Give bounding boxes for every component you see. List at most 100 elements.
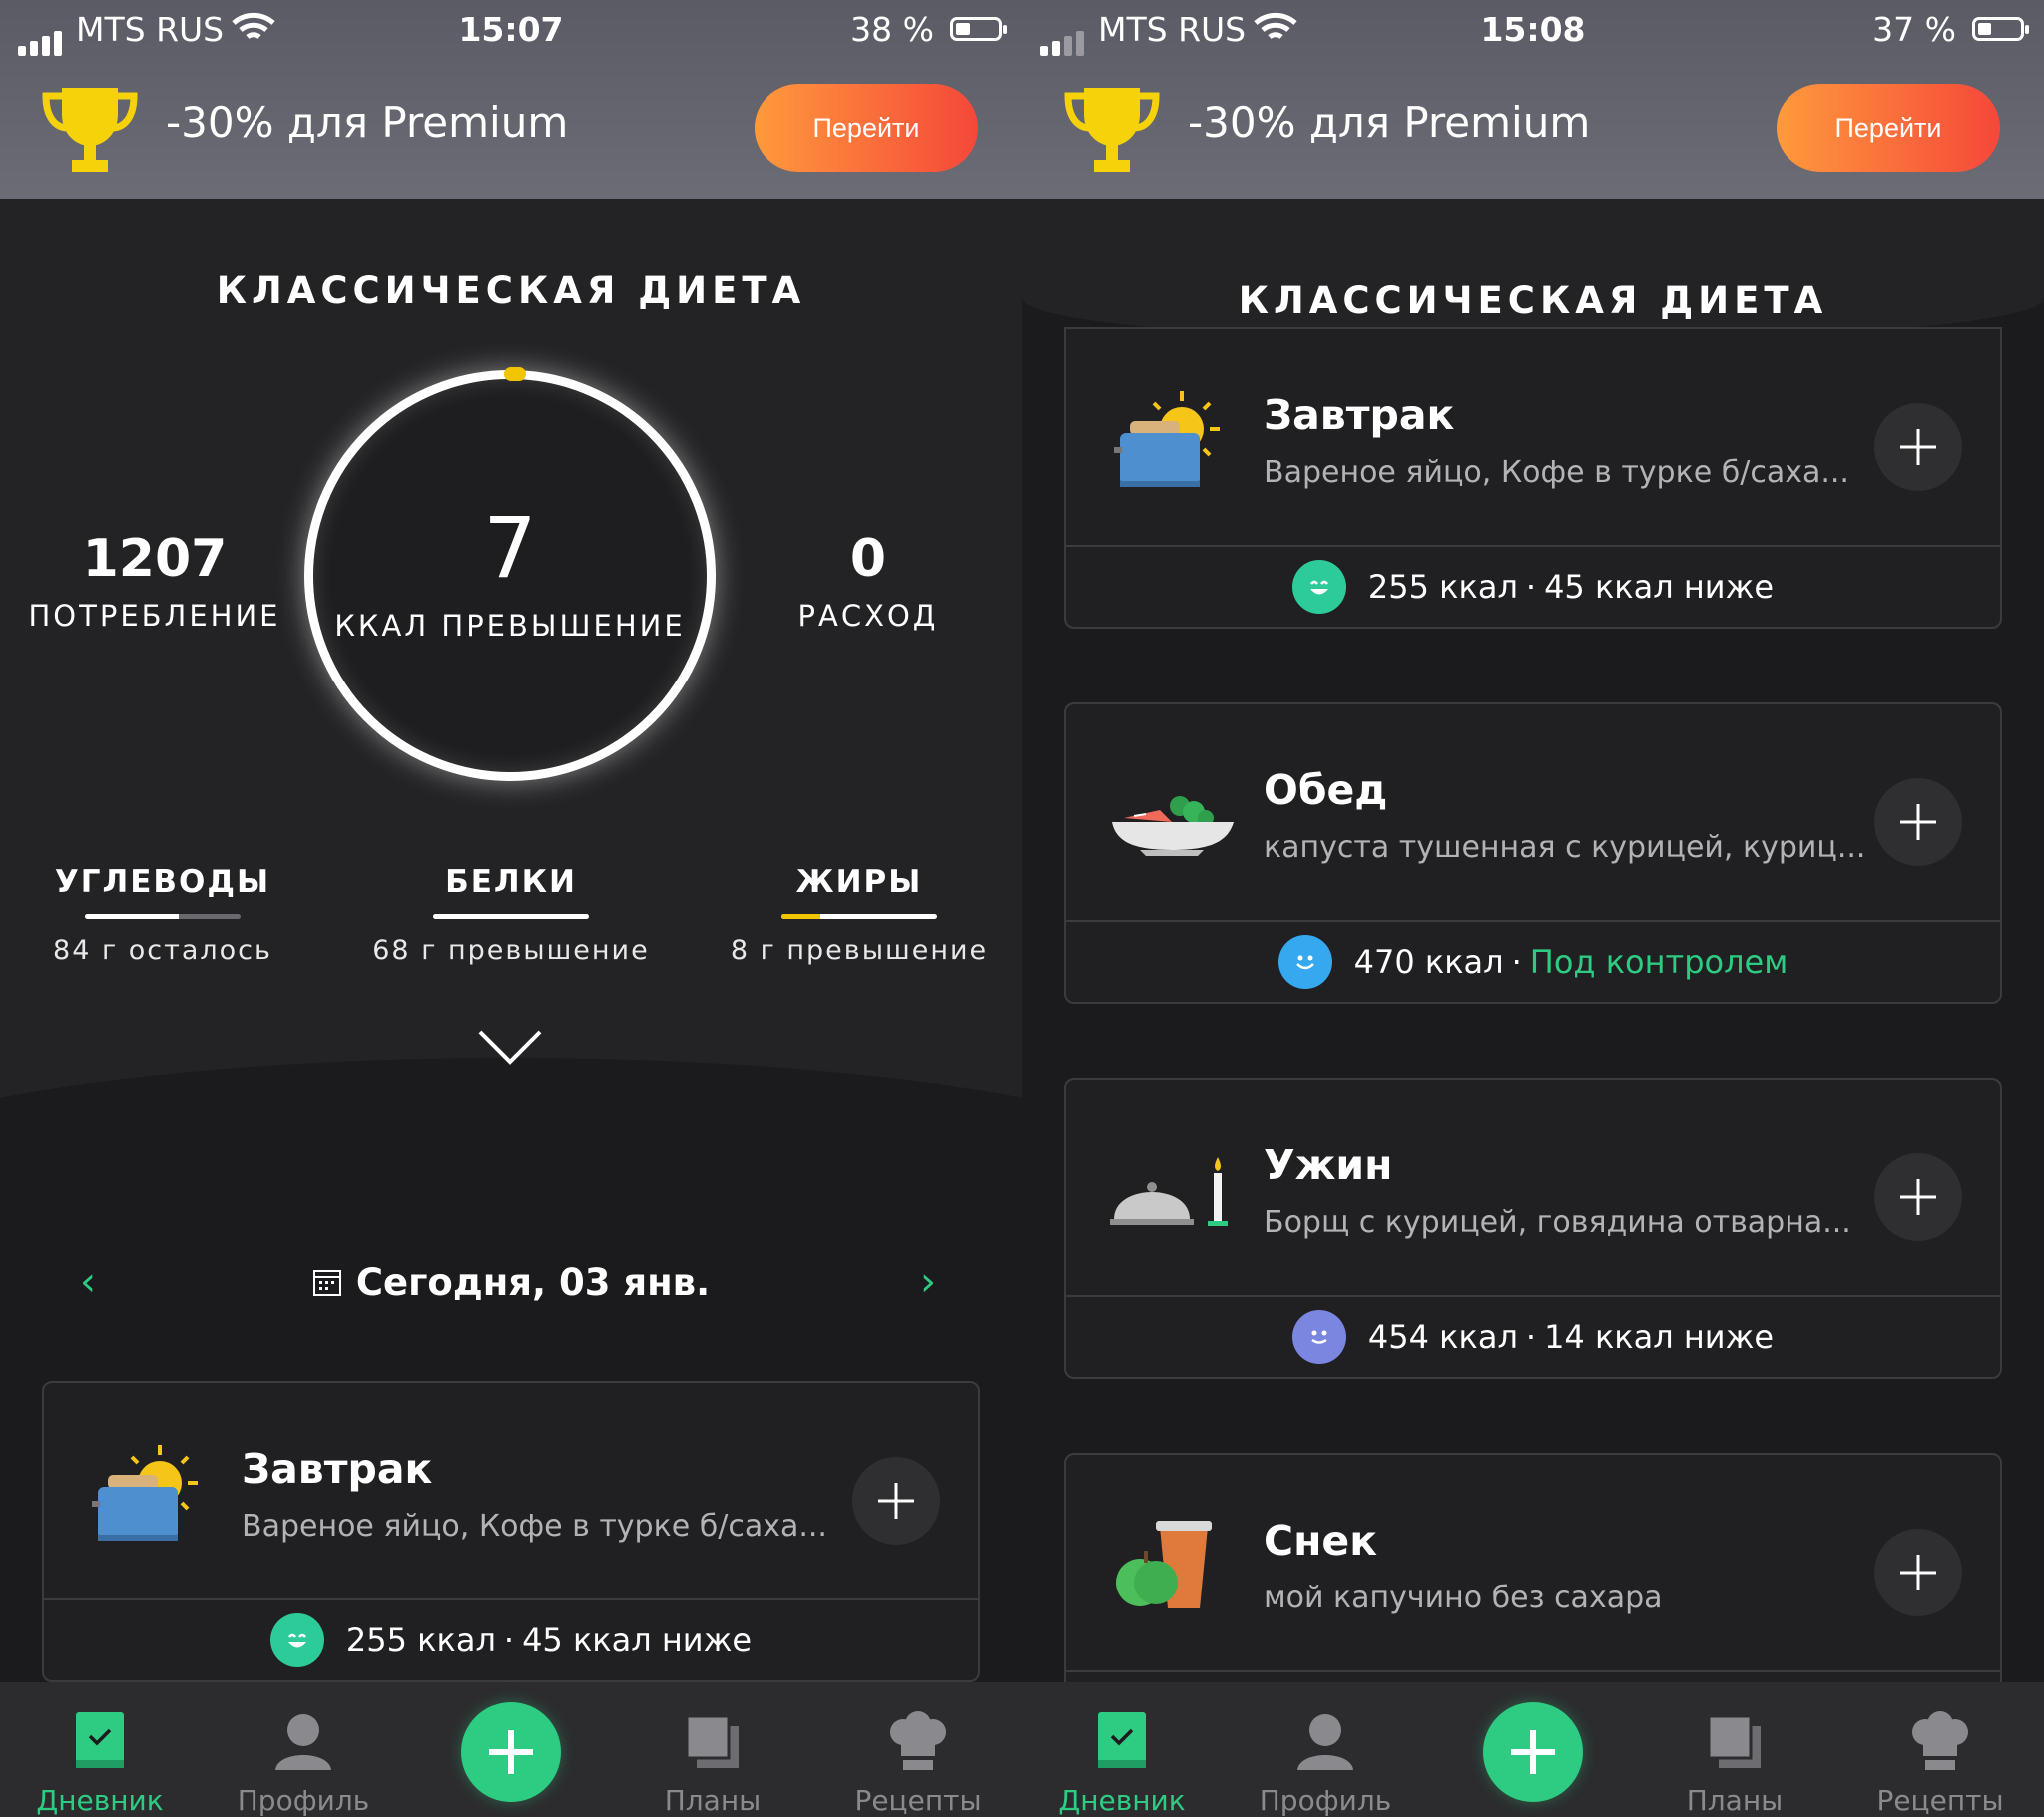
meal-description: капуста тушенная с курицей, куриц... — [1264, 830, 1866, 865]
macro-bar — [85, 914, 241, 919]
trophy-icon — [40, 84, 140, 180]
premium-header: MTS RUS 15:08 37 % -30% для Premium Пере… — [1022, 0, 2044, 199]
macro-name: ЖИРЫ — [795, 864, 923, 900]
battery-percent: 38 % — [850, 10, 934, 49]
premium-go-button[interactable]: Перейти — [1777, 84, 2000, 172]
add-food-button[interactable] — [1874, 778, 1962, 866]
plus-icon — [1900, 429, 1936, 465]
macro-bar — [781, 914, 937, 919]
meal-kcal: 454 ккал — [1367, 1318, 1518, 1356]
macro-remaining: 84 г осталось — [53, 935, 272, 966]
macro-fat: ЖИРЫ 8 г превышение — [710, 864, 1009, 966]
separator-dot: · — [1511, 943, 1522, 981]
meal-summary: 470 ккал · Под контролем — [1066, 922, 2000, 1002]
meal-card-lunch[interactable]: Обед капуста тушенная с курицей, куриц..… — [1064, 702, 2002, 1004]
meal-summary: 255 ккал · 45 ккал ниже — [44, 1600, 978, 1680]
meal-note: 45 ккал ниже — [1544, 568, 1775, 606]
date-navigator: ‹ Сегодня, 03 янв. › — [0, 1259, 1022, 1309]
meal-card-header: Ужин Борщ с курицей, говядина отварна... — [1066, 1080, 2000, 1295]
premium-banner: -30% для Premium Перейти — [0, 80, 1022, 180]
tab-profile[interactable]: Профиль — [204, 1700, 403, 1817]
battery-percent: 37 % — [1872, 10, 1956, 49]
meal-card-header: Завтрак Вареное яйцо, Кофе в турке б/сах… — [1066, 329, 2000, 545]
tab-profile[interactable]: Профиль — [1226, 1700, 1425, 1817]
status-bar: MTS RUS 15:07 38 % — [0, 0, 1022, 58]
status-bar: MTS RUS 15:08 37 % — [1022, 0, 2044, 58]
tab-diary[interactable]: Дневник — [1022, 1700, 1222, 1817]
add-food-button[interactable] — [1874, 1153, 1962, 1241]
meal-description: Борщ с курицей, говядина отварна... — [1264, 1205, 1851, 1240]
tab-label: Дневник — [1058, 1784, 1186, 1817]
content-face-icon — [1291, 1310, 1346, 1364]
meal-note: 14 ккал ниже — [1544, 1318, 1775, 1356]
meal-card-breakfast[interactable]: Завтрак Вареное яйцо, Кофе в турке б/сах… — [1064, 327, 2002, 629]
add-food-button[interactable] — [1874, 1529, 1962, 1616]
add-food-button[interactable] — [852, 1457, 940, 1545]
profile-icon — [275, 1714, 331, 1770]
tab-label: Профиль — [1259, 1784, 1392, 1817]
plus-icon — [489, 1730, 533, 1774]
separator-dot: · — [503, 1621, 515, 1659]
date-text: Сегодня, 03 янв. — [355, 1261, 711, 1304]
meal-description: Вареное яйцо, Кофе в турке б/саха... — [1264, 455, 1849, 490]
plus-icon — [1900, 804, 1936, 840]
burn-value: 0 — [849, 529, 887, 589]
trophy-icon — [1062, 84, 1162, 180]
meal-name: Завтрак — [1264, 391, 1455, 439]
ring-value: 7 — [483, 499, 537, 597]
next-day-icon[interactable]: › — [920, 1259, 936, 1305]
diary-icon — [1098, 1712, 1146, 1768]
premium-go-button[interactable]: Перейти — [755, 84, 978, 172]
burn-label: РАСХОД — [797, 599, 939, 633]
separator-dot: · — [1525, 1318, 1537, 1356]
profile-icon — [1297, 1714, 1353, 1770]
macro-name: УГЛЕВОДЫ — [54, 864, 271, 900]
meal-note: Под контролем — [1529, 943, 1788, 981]
tab-plans[interactable]: Планы — [613, 1700, 812, 1817]
meal-name: Ужин — [1264, 1141, 1393, 1189]
plans-icon — [685, 1714, 739, 1768]
meal-card-header: Завтрак Вареное яйцо, Кофе в турке б/сах… — [44, 1383, 978, 1598]
tab-label: Профиль — [237, 1784, 370, 1817]
meal-kcal: 255 ккал — [1367, 568, 1518, 606]
burn-stat: 0 РАСХОД — [749, 529, 988, 633]
divider — [1066, 1670, 2000, 1672]
meal-card-breakfast[interactable]: Завтрак Вареное яйцо, Кофе в турке б/сах… — [42, 1381, 980, 1682]
ring-label: ККАЛ ПРЕВЫШЕНИЕ — [334, 609, 686, 643]
tab-diary[interactable]: Дневник — [0, 1700, 200, 1817]
ring-progress-marker — [504, 367, 526, 381]
tab-label: Планы — [1686, 1784, 1784, 1817]
happy-face-icon — [269, 1613, 324, 1667]
macro-remaining: 8 г превышение — [730, 935, 989, 966]
tab-recipes[interactable]: Рецепты — [1840, 1700, 2040, 1817]
meal-card-header: Снек мой капучино без сахара — [1066, 1455, 2000, 1670]
tab-label: Дневник — [36, 1784, 164, 1817]
tab-recipes[interactable]: Рецепты — [818, 1700, 1018, 1817]
diary-icon — [76, 1712, 124, 1768]
intake-label: ПОТРЕБЛЕНИЕ — [28, 599, 281, 633]
separator-dot: · — [1525, 568, 1537, 606]
tab-label: Планы — [664, 1784, 762, 1817]
date-label[interactable]: Сегодня, 03 янв. — [0, 1261, 1022, 1306]
expand-chevron-icon[interactable] — [477, 1028, 543, 1072]
meal-name: Обед — [1264, 766, 1388, 814]
meal-description: Вареное яйцо, Кофе в турке б/саха... — [242, 1509, 827, 1544]
macro-protein: БЕЛКИ 68 г превышение — [361, 864, 661, 966]
add-food-button[interactable] — [1874, 403, 1962, 491]
diet-title: КЛАССИЧЕСКАЯ ДИЕТА — [1238, 279, 1828, 322]
intake-value: 1207 — [82, 529, 228, 589]
add-button[interactable] — [461, 1702, 561, 1802]
diary-screen-summary: MTS RUS 15:07 38 % -30% для Premium Пере… — [0, 0, 1022, 1817]
lunch-salad-icon — [1110, 752, 1234, 876]
macro-remaining: 68 г превышение — [372, 935, 650, 966]
add-button[interactable] — [1483, 1702, 1583, 1802]
happy-face-icon — [1291, 560, 1346, 614]
calendar-icon — [312, 1263, 342, 1306]
tab-plans[interactable]: Планы — [1635, 1700, 1834, 1817]
diary-screen-meals: MTS RUS 15:08 37 % -30% для Premium Пере… — [1022, 0, 2044, 1817]
breakfast-toaster-icon — [88, 1431, 212, 1555]
dinner-cloche-icon — [1110, 1128, 1234, 1251]
tab-bar: Дневник Профиль Планы Рецепты — [1022, 1682, 2044, 1817]
diet-title: КЛАССИЧЕСКАЯ ДИЕТА — [216, 269, 806, 312]
meal-card-dinner[interactable]: Ужин Борщ с курицей, говядина отварна...… — [1064, 1078, 2002, 1379]
